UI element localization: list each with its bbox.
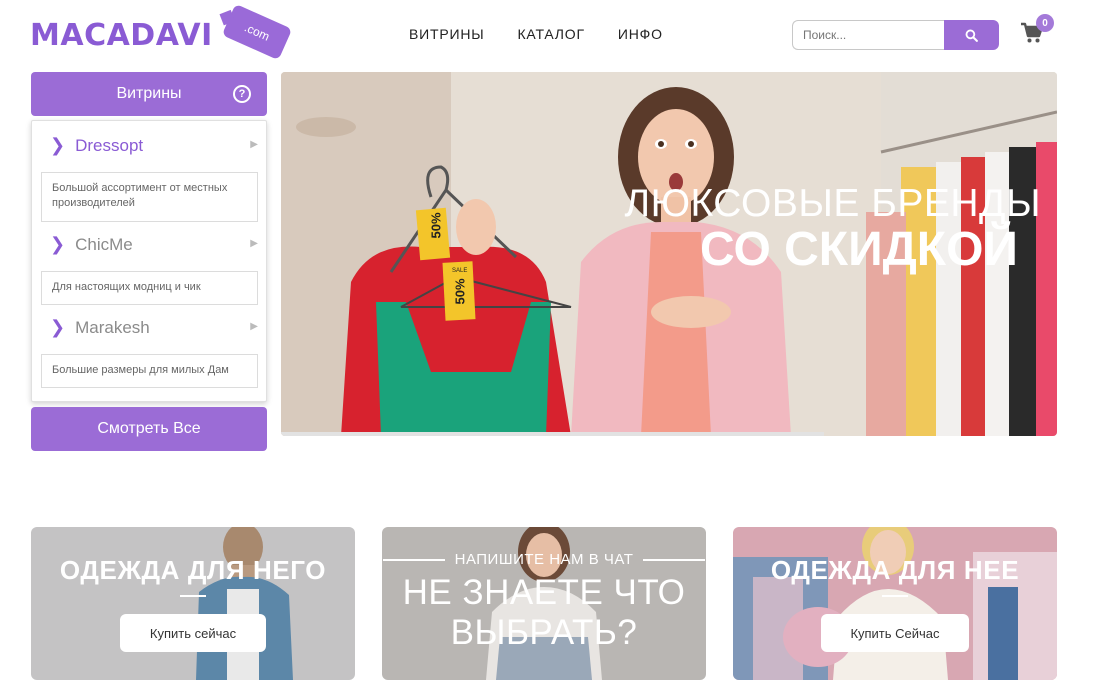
promo-image-men [31,527,355,680]
shop-name: Dressopt [75,135,144,155]
caret-right-icon: ▶ [250,238,258,249]
search-icon [965,29,978,42]
promo-card-men[interactable]: ОДЕЖДА ДЛЯ НЕГО Купить сейчас [31,527,355,680]
subtitle-line-left [382,558,445,561]
chevron-right-icon: ❯ [50,317,66,337]
title-underline [180,595,206,597]
see-all-button[interactable]: Смотреть Все [31,407,267,451]
shops-dropdown: ❯ Dressopt ▶ Большой ассортимент от мест… [31,120,267,402]
hero-title-line2: СО СКИДКОЙ [700,223,1018,276]
logo-text: MACADAVI [30,17,213,53]
shop-description: Для настоящих модниц и чик [41,271,258,305]
title-underline [882,595,908,597]
subtitle-line-right [643,558,706,561]
shop-name: ChicMe [75,234,133,254]
shop-name: Marakesh [75,317,150,337]
main-nav: ВИТРИНЫ КАТАЛОГ ИНФО [409,26,663,42]
chat-title-line2: ВЫБРАТЬ? [450,613,638,652]
shop-description: Большой ассортимент от местных производи… [41,172,258,222]
buy-now-button[interactable]: Купить сейчас [120,614,266,652]
logo-tag: .com [221,3,293,61]
search-bar [792,20,999,50]
cart-count-badge: 0 [1036,14,1054,32]
price-tag-text: 50% [452,278,468,305]
hero-title-line1: ЛЮКСОВЫЕ БРЕНДЫ [624,182,1041,225]
promo-card-women[interactable]: ОДЕЖДА ДЛЯ НЕЕ Купить Сейчас [733,527,1057,680]
chat-subtitle-row: НАПИШИТЕ НАМ В ЧАТ [382,551,706,568]
chevron-right-icon: ❯ [50,135,66,155]
slider-progress-bar [281,432,824,436]
sidebar-title-text: Витрины [116,85,182,102]
shop-description: Большие размеры для милых Дам [41,354,258,388]
promo-card-title: ОДЕЖДА ДЛЯ НЕЕ [770,555,1020,585]
sale-tag-text: SALE [452,268,468,274]
sidebar-title[interactable]: Витрины ? [31,72,267,116]
hero-banner[interactable]: 50% 50% SALE ЛЮКСОВЫЕ БРЕНДЫ СО СКИДКОЙ [281,72,1057,436]
chat-title-line1: НЕ ЗНАЕТЕ ЧТО [402,573,686,612]
nav-item-info[interactable]: ИНФО [618,26,663,42]
promo-image-women [733,527,1057,680]
promo-card-title: ОДЕЖДА ДЛЯ НЕГО [59,555,327,585]
chat-title: НЕ ЗНАЕТЕ ЧТО ВЫБРАТЬ? [382,573,706,653]
search-input[interactable] [792,20,944,50]
site-logo[interactable]: MACADAVI .com [30,3,293,61]
caret-right-icon: ▶ [250,139,258,150]
search-button[interactable] [944,20,999,50]
nav-item-vitriny[interactable]: ВИТРИНЫ [409,26,484,42]
chevron-right-icon: ❯ [50,234,66,254]
help-icon[interactable]: ? [233,85,251,103]
price-tag-text: 50% [428,212,444,239]
chat-subtitle: НАПИШИТЕ НАМ В ЧАТ [454,551,634,568]
buy-now-button[interactable]: Купить Сейчас [821,614,969,652]
caret-right-icon: ▶ [250,321,258,332]
promo-card-chat[interactable]: НАПИШИТЕ НАМ В ЧАТ НЕ ЗНАЕТЕ ЧТО ВЫБРАТЬ… [382,527,706,680]
nav-item-catalog[interactable]: КАТАЛОГ [517,26,584,42]
